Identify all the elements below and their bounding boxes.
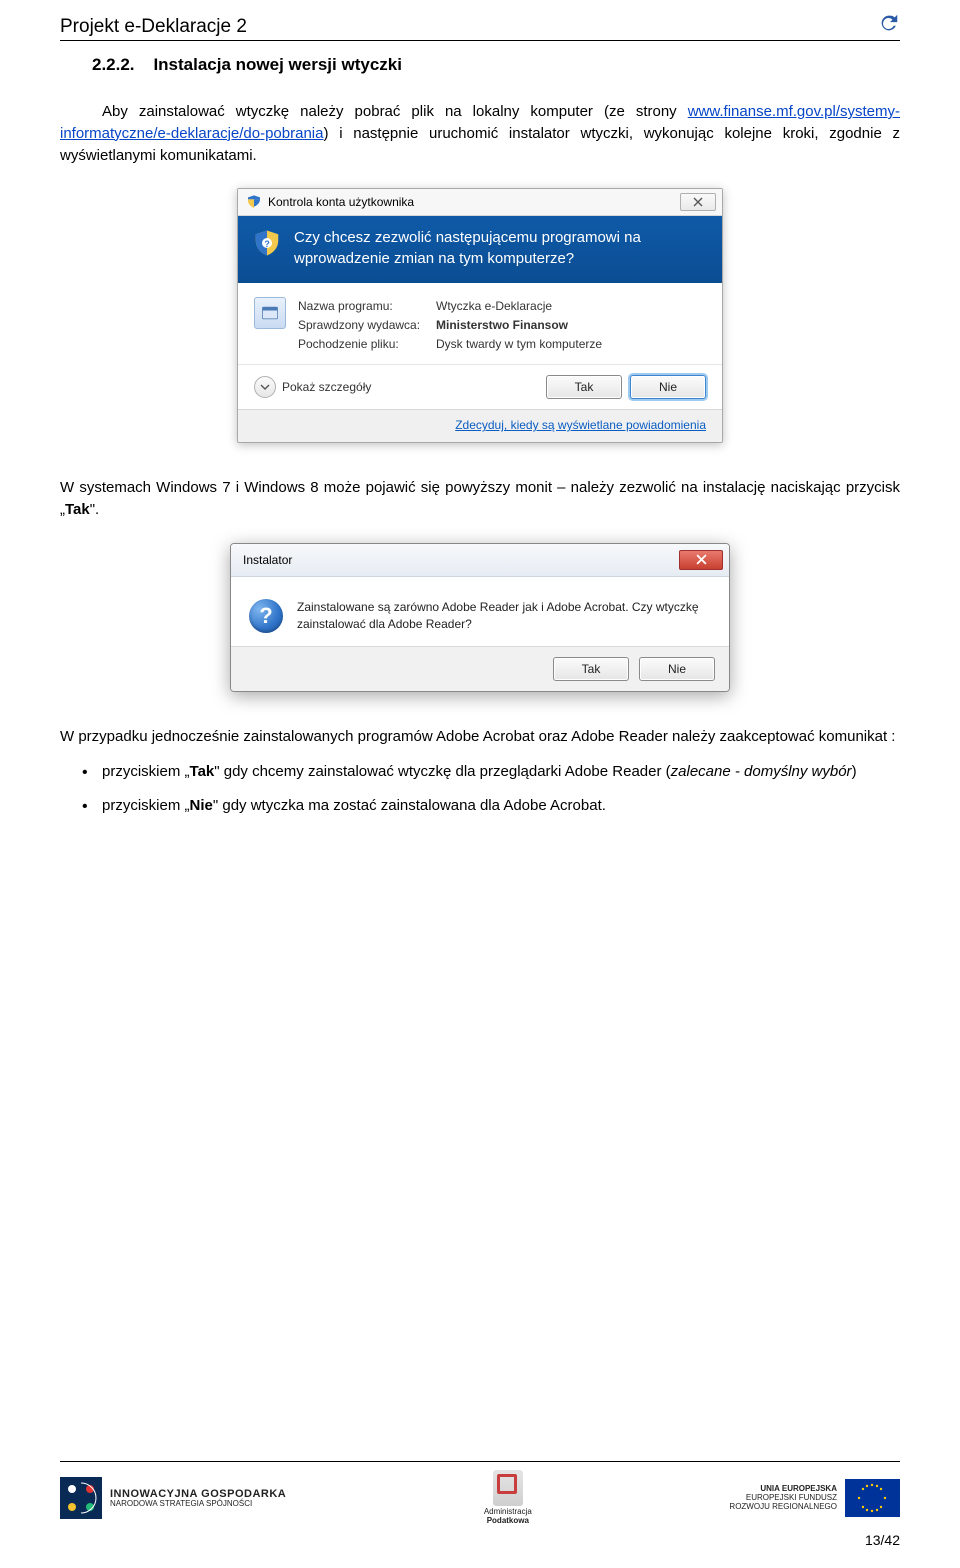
page-number: 13/42 — [60, 1532, 900, 1548]
eu-flag-icon — [845, 1479, 900, 1517]
question-icon: ? — [249, 599, 283, 633]
uac-no-button[interactable]: Nie — [630, 375, 706, 399]
paragraph-2: W systemach Windows 7 i Windows 8 może p… — [60, 477, 900, 521]
section-title: Instalacja nowej wersji wtyczki — [153, 55, 402, 74]
installer-title: Instalator — [243, 553, 292, 567]
close-icon — [696, 554, 707, 565]
installer-no-button[interactable]: Nie — [639, 657, 715, 681]
uac-question-bar: ? Czy chcesz zezwolić następującemu prog… — [238, 216, 722, 283]
chevron-down-icon — [254, 376, 276, 398]
installer-dialog: Instalator ? Zainstalowane są zarówno Ad… — [230, 543, 730, 692]
list-item: przyciskiem „Nie" gdy wtyczka ma zostać … — [82, 795, 900, 817]
installer-close-button[interactable] — [679, 550, 723, 570]
close-icon — [693, 197, 703, 207]
page-footer: INNOWACYJNA GOSPODARKA NARODOWA STRATEGI… — [60, 1461, 900, 1548]
installer-titlebar: Instalator — [231, 544, 729, 577]
logo-innowacyjna-gospodarka: INNOWACYJNA GOSPODARKA NARODOWA STRATEGI… — [60, 1477, 286, 1519]
shield-icon: ? — [252, 228, 282, 258]
uac-details: Nazwa programu:Wtyczka e-Deklaracje Spra… — [298, 297, 602, 355]
uac-show-details[interactable]: Pokaż szczegóły — [254, 376, 371, 398]
uac-close-button[interactable] — [680, 193, 716, 211]
shield-icon — [246, 194, 262, 210]
uac-titlebar: Kontrola konta użytkownika — [238, 189, 722, 216]
section-heading: 2.2.2. Instalacja nowej wersji wtyczki — [92, 55, 900, 75]
page-title: Projekt e-Deklaracje 2 — [60, 16, 247, 38]
app-icon — [254, 297, 286, 329]
logo-administracja-podatkowa: Administracja Podatkowa — [484, 1470, 532, 1526]
uac-yes-button[interactable]: Tak — [546, 375, 622, 399]
section-number: 2.2.2. — [92, 55, 135, 74]
paragraph-3: W przypadku jednocześnie zainstalowanych… — [60, 726, 900, 748]
page-header: Projekt e-Deklaracje 2 — [60, 0, 900, 41]
uac-dialog: Kontrola konta użytkownika ? Czy chcesz … — [237, 188, 723, 443]
uac-title: Kontrola konta użytkownika — [268, 195, 414, 209]
svg-text:?: ? — [264, 239, 269, 249]
uac-notifications-link[interactable]: Zdecyduj, kiedy są wyświetlane powiadomi… — [455, 418, 706, 432]
installer-message: Zainstalowane są zarówno Adobe Reader ja… — [297, 599, 711, 634]
list-item: przyciskiem „Tak" gdy chcemy zainstalowa… — [82, 761, 900, 783]
paragraph-1: Aby zainstalować wtyczkę należy pobrać p… — [60, 101, 900, 166]
uac-question: Czy chcesz zezwolić następującemu progra… — [294, 228, 708, 269]
installer-yes-button[interactable]: Tak — [553, 657, 629, 681]
refresh-icon — [878, 12, 900, 38]
bullet-list: przyciskiem „Tak" gdy chcemy zainstalowa… — [82, 761, 900, 817]
logo-unia-europejska: UNIA EUROPEJSKA EUROPEJSKI FUNDUSZ ROZWO… — [729, 1479, 900, 1517]
